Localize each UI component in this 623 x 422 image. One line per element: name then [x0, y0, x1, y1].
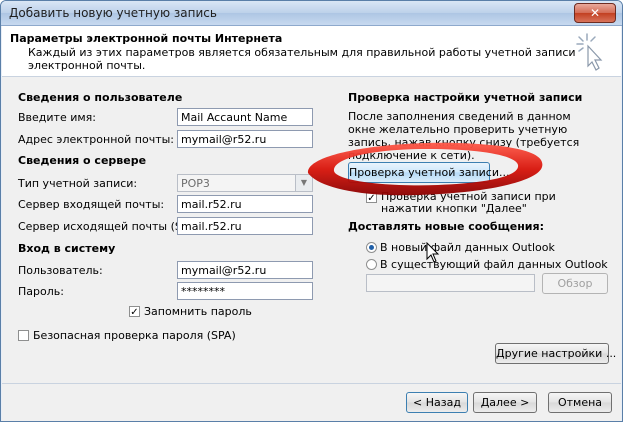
cancel-button[interactable]: Отмена	[548, 392, 612, 413]
spa-label: Безопасная проверка пароля (SPA)	[33, 329, 236, 342]
incoming-server-label: Сервер входящей почты:	[18, 198, 165, 211]
dialog-header: Параметры электронной почты Интернета Ка…	[2, 26, 621, 77]
dialog-body: Сведения о пользователе Введите имя: Mai…	[2, 77, 621, 384]
close-button[interactable]: ✕	[574, 3, 616, 23]
dialog-footer: < Назад Далее > Отмена	[2, 384, 621, 421]
remember-password-label: Запомнить пароль	[144, 305, 252, 318]
header-description: Каждый из этих параметров является обяза…	[28, 46, 576, 72]
account-type-value: POP3	[181, 177, 210, 190]
existing-data-file-radio[interactable]	[366, 259, 377, 270]
test-account-button[interactable]: Проверка учетной записи...	[348, 162, 509, 183]
next-button[interactable]: Далее >	[473, 392, 537, 413]
email-input[interactable]: mymail@r52.ru	[177, 130, 313, 148]
window-title: Добавить новую учетную запись	[9, 6, 217, 20]
logon-heading: Вход в систему	[18, 242, 116, 255]
data-file-path-input	[366, 274, 535, 292]
existing-data-file-label: В существующий файл данных Outlook	[380, 258, 608, 271]
account-type-label: Тип учетной записи:	[18, 177, 138, 190]
server-info-heading: Сведения о сервере	[18, 154, 147, 167]
header-title: Параметры электронной почты Интернета	[10, 32, 283, 45]
test-settings-heading: Проверка настройки учетной записи	[348, 91, 583, 104]
account-type-select: POP3 ▼	[177, 174, 313, 192]
spa-checkbox[interactable]	[18, 330, 29, 341]
new-data-file-label: В новый файл данных Outlook	[380, 241, 555, 254]
outgoing-server-input[interactable]: mail.r52.ru	[177, 217, 313, 235]
name-label: Введите имя:	[18, 111, 96, 124]
auto-test-checkbox[interactable]: ✓	[366, 192, 377, 204]
mouse-pointer-icon	[426, 242, 440, 263]
incoming-server-input[interactable]: mail.r52.ru	[177, 195, 313, 213]
remember-password-checkbox[interactable]: ✓	[129, 306, 140, 318]
email-label: Адрес электронной почты:	[18, 133, 175, 146]
delivery-heading: Доставлять новые сообщения:	[348, 220, 544, 233]
wizard-cursor-icon	[576, 33, 603, 71]
test-settings-description: После заполнения сведений в данном окне …	[348, 110, 580, 162]
auto-test-label: Проверка учетной записи при нажатии кноп…	[381, 190, 556, 215]
title-bar: Добавить новую учетную запись ✕	[1, 1, 622, 26]
username-label: Пользователь:	[18, 264, 103, 277]
password-label: Пароль:	[18, 285, 64, 298]
password-input[interactable]: ********	[177, 282, 313, 300]
back-button[interactable]: < Назад	[406, 392, 468, 413]
browse-button[interactable]: Обзор	[542, 273, 608, 294]
name-input[interactable]: Mail Accaunt Name	[177, 108, 313, 126]
more-settings-button[interactable]: Другие настройки ...	[495, 343, 616, 364]
chevron-down-icon: ▼	[295, 175, 312, 191]
add-account-dialog: Добавить новую учетную запись ✕ Параметр…	[0, 0, 623, 422]
new-data-file-radio[interactable]	[366, 242, 377, 253]
user-info-heading: Сведения о пользователе	[18, 91, 183, 104]
username-input[interactable]: mymail@r52.ru	[177, 261, 313, 279]
